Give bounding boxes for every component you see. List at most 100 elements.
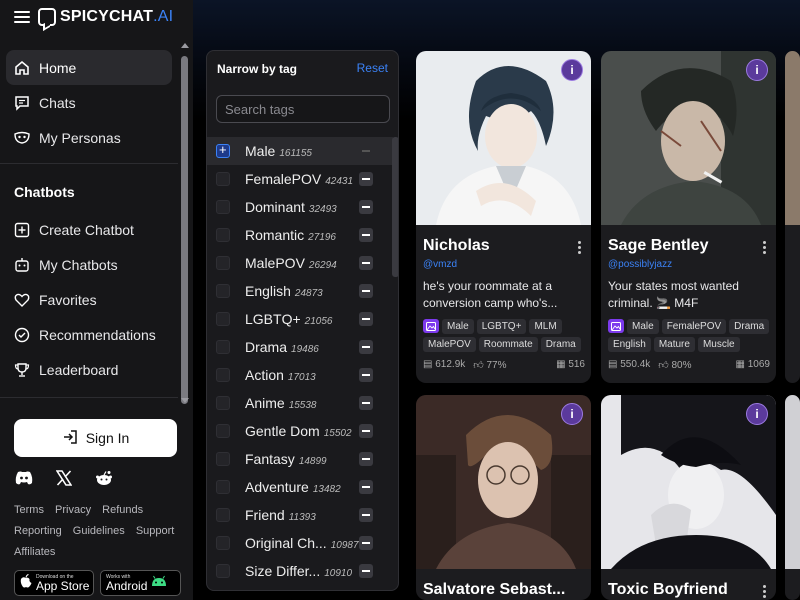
link-reporting[interactable]: Reporting: [14, 525, 62, 537]
nav-item-my-chatbots[interactable]: My Chatbots: [6, 247, 172, 282]
tag-row-lgbtq[interactable]: LGBTQ+ 21056: [207, 305, 393, 333]
nav-item-chats[interactable]: Chats: [6, 85, 172, 120]
exclude-tag-button[interactable]: [359, 424, 373, 438]
link-privacy[interactable]: Privacy: [55, 504, 91, 516]
tag-chip[interactable]: FemalePOV: [661, 319, 727, 334]
exclude-tag-button[interactable]: [359, 536, 373, 550]
tag-row-anime[interactable]: Anime 15538: [207, 389, 393, 417]
character-card-partial[interactable]: [785, 395, 800, 600]
hamburger-menu-icon[interactable]: [14, 9, 30, 25]
tag-checkbox[interactable]: [216, 340, 230, 354]
link-terms[interactable]: Terms: [14, 504, 44, 516]
tag-checkbox[interactable]: [216, 368, 230, 382]
tag-row-friend[interactable]: Friend 11393: [207, 501, 393, 529]
tag-chip[interactable]: Drama: [729, 319, 770, 334]
tag-chip[interactable]: Drama: [540, 337, 581, 352]
info-icon[interactable]: i: [561, 403, 583, 425]
scroll-thumb[interactable]: [181, 56, 188, 404]
exclude-tag-button[interactable]: [359, 368, 373, 382]
tag-row-fantasy[interactable]: Fantasy 14899: [207, 445, 393, 473]
exclude-tag-button[interactable]: [359, 396, 373, 410]
tag-row-size-difference[interactable]: Size Differ... 10910: [207, 557, 393, 585]
character-card[interactable]: i Nicholas @vmzd he's your roommate at a…: [416, 51, 591, 383]
tag-chip[interactable]: Muscle: [697, 337, 740, 352]
character-card-partial[interactable]: [785, 51, 800, 383]
info-icon[interactable]: i: [746, 59, 768, 81]
more-options-icon[interactable]: [763, 241, 767, 256]
tag-chip[interactable]: Roommate: [478, 337, 538, 352]
tag-chip[interactable]: MalePOV: [423, 337, 476, 352]
nav-item-create-chatbot[interactable]: Create Chatbot: [6, 212, 172, 247]
link-affiliates[interactable]: Affiliates: [14, 546, 55, 558]
exclude-tag-button[interactable]: [359, 172, 373, 186]
exclude-tag-button[interactable]: [359, 312, 373, 326]
creator-handle[interactable]: @possiblyjazz: [608, 259, 672, 270]
tag-row-original-character[interactable]: Original Ch... 10987: [207, 529, 393, 557]
discord-icon[interactable]: [14, 468, 34, 488]
link-support[interactable]: Support: [136, 525, 175, 537]
exclude-tag-button[interactable]: [359, 564, 373, 578]
character-card[interactable]: i Toxic Boyfriend: [601, 395, 776, 600]
tag-chip[interactable]: LGBTQ+: [476, 319, 527, 334]
nav-item-my-personas[interactable]: My Personas: [6, 120, 172, 155]
tag-row-action[interactable]: Action 17013: [207, 361, 393, 389]
tag-checkbox[interactable]: [216, 200, 230, 214]
tag-row-malepov[interactable]: MalePOV 26294: [207, 249, 393, 277]
sidebar-scrollbar[interactable]: [178, 40, 192, 410]
exclude-tag-button[interactable]: [359, 452, 373, 466]
brand-logo[interactable]: SPICYCHAT.AI: [38, 6, 173, 28]
tag-checkbox[interactable]: [216, 284, 230, 298]
exclude-tag-button[interactable]: [359, 256, 373, 270]
tag-row-drama[interactable]: Drama 19486: [207, 333, 393, 361]
tag-row-dominant[interactable]: Dominant 32493: [207, 193, 393, 221]
tag-checkbox[interactable]: [216, 256, 230, 270]
sign-in-button[interactable]: Sign In: [14, 419, 177, 457]
tag-checkbox[interactable]: [216, 172, 230, 186]
nav-item-favorites[interactable]: Favorites: [6, 282, 172, 317]
tag-row-adventure[interactable]: Adventure 13482: [207, 473, 393, 501]
search-tags-input[interactable]: [216, 95, 390, 123]
x-twitter-icon[interactable]: [54, 468, 74, 488]
nav-item-home[interactable]: Home: [6, 50, 172, 85]
character-card[interactable]: i Salvatore Sebast...: [416, 395, 591, 600]
exclude-tag-button[interactable]: [359, 228, 373, 242]
exclude-tag-button[interactable]: [359, 480, 373, 494]
tag-chip[interactable]: Male: [627, 319, 659, 334]
tag-checkbox[interactable]: [216, 480, 230, 494]
more-options-icon[interactable]: [578, 241, 582, 256]
scroll-up-arrow-icon[interactable]: [181, 43, 189, 48]
reddit-icon[interactable]: [94, 468, 114, 488]
tag-row-romantic[interactable]: Romantic 27196: [207, 221, 393, 249]
tag-row-femalepov[interactable]: FemalePOV 42431: [207, 165, 393, 193]
more-options-icon[interactable]: [763, 585, 767, 600]
tag-chip[interactable]: Male: [442, 319, 474, 334]
exclude-tag-button[interactable]: [359, 508, 373, 522]
tag-checkbox[interactable]: [216, 396, 230, 410]
tag-checkbox[interactable]: [216, 142, 230, 158]
creator-handle[interactable]: @vmzd: [423, 259, 457, 270]
tag-checkbox[interactable]: [216, 228, 230, 242]
info-icon[interactable]: i: [746, 403, 768, 425]
reset-button[interactable]: Reset: [357, 61, 388, 75]
link-refunds[interactable]: Refunds: [102, 504, 143, 516]
exclude-tag-button[interactable]: [359, 284, 373, 298]
nav-item-recommendations[interactable]: Recommendations: [6, 317, 172, 352]
exclude-tag-button[interactable]: [359, 144, 373, 158]
tag-checkbox[interactable]: [216, 452, 230, 466]
exclude-tag-button[interactable]: [359, 200, 373, 214]
tag-checkbox[interactable]: [216, 424, 230, 438]
tag-checkbox[interactable]: [216, 564, 230, 578]
exclude-tag-button[interactable]: [359, 340, 373, 354]
info-icon[interactable]: i: [561, 59, 583, 81]
character-card[interactable]: i Sage Bentley @possiblyjazz Your states…: [601, 51, 776, 383]
tag-row-male[interactable]: Male161155: [207, 137, 393, 165]
tag-checkbox[interactable]: [216, 536, 230, 550]
tag-row-english[interactable]: English 24873: [207, 277, 393, 305]
app-store-badge[interactable]: Download on the App Store: [14, 570, 94, 596]
tag-chip[interactable]: MLM: [529, 319, 562, 334]
tag-chip[interactable]: Mature: [653, 337, 695, 352]
tag-checkbox[interactable]: [216, 312, 230, 326]
tag-checkbox[interactable]: [216, 508, 230, 522]
android-badge[interactable]: Works with Android: [100, 570, 181, 596]
link-guidelines[interactable]: Guidelines: [73, 525, 125, 537]
